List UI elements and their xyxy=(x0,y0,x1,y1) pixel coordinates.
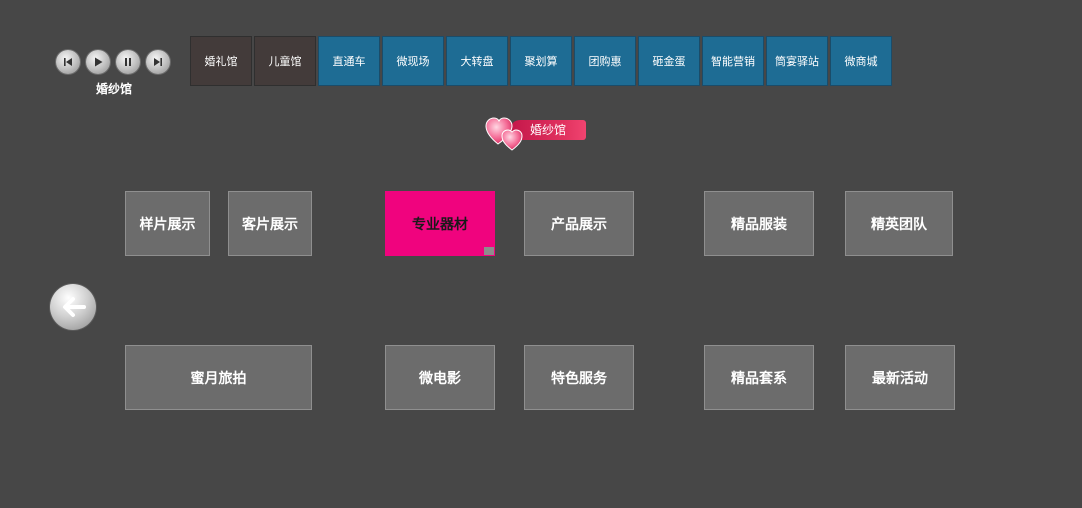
previous-button[interactable] xyxy=(56,50,80,74)
tile-professional-equipment-label: 专业器材 xyxy=(412,216,468,233)
tile-featured-services[interactable]: 特色服务 xyxy=(524,345,634,410)
play-icon xyxy=(95,57,103,67)
tile-corner-marker xyxy=(484,247,494,255)
skip-next-icon xyxy=(154,58,162,66)
tab-wedding-hall[interactable]: 婚礼馆 xyxy=(190,36,252,86)
next-button[interactable] xyxy=(146,50,170,74)
player-caption: 婚纱馆 xyxy=(95,82,132,96)
tile-client-showcase[interactable]: 客片展示 xyxy=(228,191,312,256)
tile-premium-apparel[interactable]: 精品服装 xyxy=(704,191,814,256)
tile-sample-showcase[interactable]: 样片展示 xyxy=(125,191,210,256)
tab-group-buy[interactable]: 团购惠 xyxy=(574,36,636,86)
tile-micro-film[interactable]: 微电影 xyxy=(385,345,495,410)
page-title-badge: 婚纱馆 xyxy=(484,114,604,152)
hearts-icon xyxy=(485,117,523,151)
tab-smart-marketing[interactable]: 智能营销 xyxy=(702,36,764,86)
media-controls xyxy=(56,50,172,76)
pause-button[interactable] xyxy=(116,50,140,74)
tile-product-showcase[interactable]: 产品展示 xyxy=(524,191,634,256)
tile-professional-equipment[interactable]: 专业器材 xyxy=(385,191,495,256)
tile-elite-team[interactable]: 精英团队 xyxy=(845,191,953,256)
back-button[interactable] xyxy=(50,284,96,330)
pause-icon xyxy=(125,58,131,66)
tab-golden-egg[interactable]: 砸金蛋 xyxy=(638,36,700,86)
tab-micro-live[interactable]: 微现场 xyxy=(382,36,444,86)
tab-micro-mall[interactable]: 微商城 xyxy=(830,36,892,86)
tile-premium-packages[interactable]: 精品套系 xyxy=(704,345,814,410)
tab-group-deal[interactable]: 聚划算 xyxy=(510,36,572,86)
tab-lucky-wheel[interactable]: 大转盘 xyxy=(446,36,508,86)
tab-banquet-station[interactable]: 筒宴驿站 xyxy=(766,36,828,86)
play-button[interactable] xyxy=(86,50,110,74)
skip-previous-icon xyxy=(64,58,72,66)
tab-children-hall[interactable]: 儿童馆 xyxy=(254,36,316,86)
tab-direct-train[interactable]: 直通车 xyxy=(318,36,380,86)
arrow-left-icon xyxy=(63,297,86,317)
tile-honeymoon-travel[interactable]: 蜜月旅拍 xyxy=(125,345,312,410)
top-navigation: 婚礼馆 儿童馆 直通车 微现场 大转盘 聚划算 团购惠 砸金蛋 智能营销 筒宴驿… xyxy=(190,36,894,88)
tile-latest-events[interactable]: 最新活动 xyxy=(845,345,955,410)
